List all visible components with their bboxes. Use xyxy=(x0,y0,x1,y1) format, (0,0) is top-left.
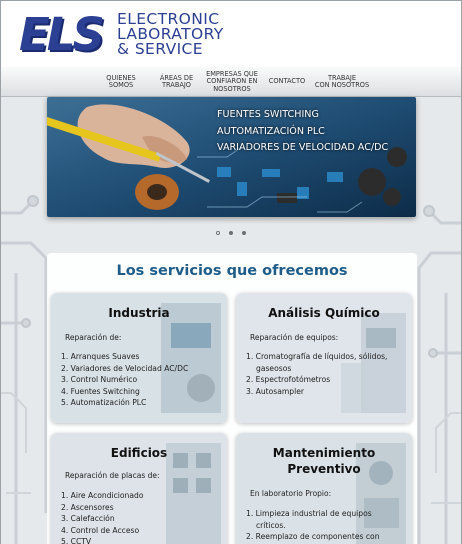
nav-item-trabaje-con-nosotros[interactable]: TRABAJE CON NOSOTROS xyxy=(311,67,373,97)
list-item: 3. Control Numérico xyxy=(61,375,138,384)
card-subtitle: En laboratorio Propio: xyxy=(250,489,332,498)
list-item: 1. Cromatografía de líquidos, sólidos, xyxy=(246,352,388,361)
nav-item-contacto[interactable]: CONTACTO xyxy=(265,67,309,97)
banner-caption: FUENTES SWITCHING AUTOMATIZACIÓN PLC VAR… xyxy=(217,107,416,157)
banner-line: FUENTES SWITCHING xyxy=(217,109,319,120)
banner-line: VARIADORES DE VELOCIDAD AC/DC xyxy=(217,142,389,153)
nav-item-label: ÁREAS DE TRABAJO xyxy=(159,73,194,89)
service-card-edificios[interactable]: Edificios Reparación de placas de: 1. Ai… xyxy=(51,433,227,544)
list-item: 4. Fuentes Switching xyxy=(61,386,140,396)
slider-pagination xyxy=(216,231,248,237)
nav-item-label: CONTACTO xyxy=(268,77,306,86)
services-section: Los servicios que ofrecemos Industria Re… xyxy=(47,253,417,544)
card-title: Análisis Químico xyxy=(268,306,380,320)
nav-item-label: QUIENES SOMOS xyxy=(106,73,136,89)
card-list: 1. Arranques Suaves 2. Variadores de Vel… xyxy=(61,351,221,409)
card-subtitle: Reparación de equipos: xyxy=(250,333,339,342)
list-item: 2. Espectrofotómetros xyxy=(246,375,331,384)
card-title: Edificios xyxy=(110,446,168,460)
list-item: 5. Automatización PLC xyxy=(61,398,147,407)
list-item: 2. Reemplazo de componentes con xyxy=(246,532,380,541)
list-item: gaseosos xyxy=(256,363,292,373)
list-item: 2. Ascensores xyxy=(61,502,114,512)
card-list: 1. Cromatografía de líquidos, sólidos, g… xyxy=(246,351,406,397)
hero-banner[interactable]: FUENTES SWITCHING AUTOMATIZACIÓN PLC VAR… xyxy=(47,97,416,217)
list-item: 4. Control de Acceso xyxy=(61,525,140,535)
card-subtitle: Reparación de: xyxy=(65,333,122,342)
nav-item-quienes-somos[interactable]: QUIENES SOMOS xyxy=(101,67,141,97)
list-item: 3. Calefacción xyxy=(61,514,115,523)
slider-dot-1[interactable] xyxy=(216,231,220,235)
list-item: 1. Limpieza industrial de equipos xyxy=(246,509,372,518)
logo-line: & SERVICE xyxy=(117,40,203,58)
nav-item-empresas[interactable]: EMPRESAS QUE CONFIARON EN NOSOTROS xyxy=(202,67,262,97)
list-item: 5. CCTV xyxy=(61,537,92,544)
card-title: Mantenimiento Preventivo xyxy=(272,446,376,476)
nav-item-label: TRABAJE CON NOSOTROS xyxy=(314,73,370,89)
nav-item-areas-de-trabajo[interactable]: ÁREAS DE TRABAJO xyxy=(154,67,199,97)
logo-mark: ELS xyxy=(19,8,105,61)
card-subtitle: Reparación de placas de: xyxy=(65,471,160,480)
list-item: 3. Autosampler xyxy=(246,386,305,396)
services-title: Los servicios que ofrecemos xyxy=(116,263,348,279)
logo-wordmark: ELECTRONIC LABORATORY & SERVICE xyxy=(117,11,267,58)
card-list: 1. Aire Acondicionado 2. Ascensores 3. C… xyxy=(61,490,221,544)
list-item: críticos. xyxy=(256,520,286,530)
card-list: 1. Limpieza industrial de equipos crític… xyxy=(246,508,406,543)
service-card-analisis-quimico[interactable]: Análisis Químico Reparación de equipos: … xyxy=(236,293,412,423)
slider-dot-3[interactable] xyxy=(242,231,246,235)
card-title: Industria xyxy=(108,306,170,320)
list-item: 1. Aire Acondicionado xyxy=(61,491,144,500)
site-header: ELS ELECTRONIC LABORATORY & SERVICE xyxy=(1,1,461,67)
main-nav: QUIENES SOMOS ÁREAS DE TRABAJO EMPRESAS … xyxy=(1,67,461,97)
company-logo[interactable]: ELS ELECTRONIC LABORATORY & SERVICE xyxy=(19,10,259,62)
service-card-industria[interactable]: Industria Reparación de: 1. Arranques Su… xyxy=(51,293,227,423)
list-item: 1. Arranques Suaves xyxy=(61,352,140,361)
nav-item-label: EMPRESAS QUE CONFIARON EN NOSOTROS xyxy=(206,69,258,93)
banner-line: AUTOMATIZACIÓN PLC xyxy=(217,125,325,137)
slider-dot-2[interactable] xyxy=(229,231,233,235)
list-item: 2. Variadores de Velocidad AC/DC xyxy=(61,363,189,373)
service-card-mantenimiento-preventivo[interactable]: Mantenimiento Preventivo En laboratorio … xyxy=(236,433,412,544)
